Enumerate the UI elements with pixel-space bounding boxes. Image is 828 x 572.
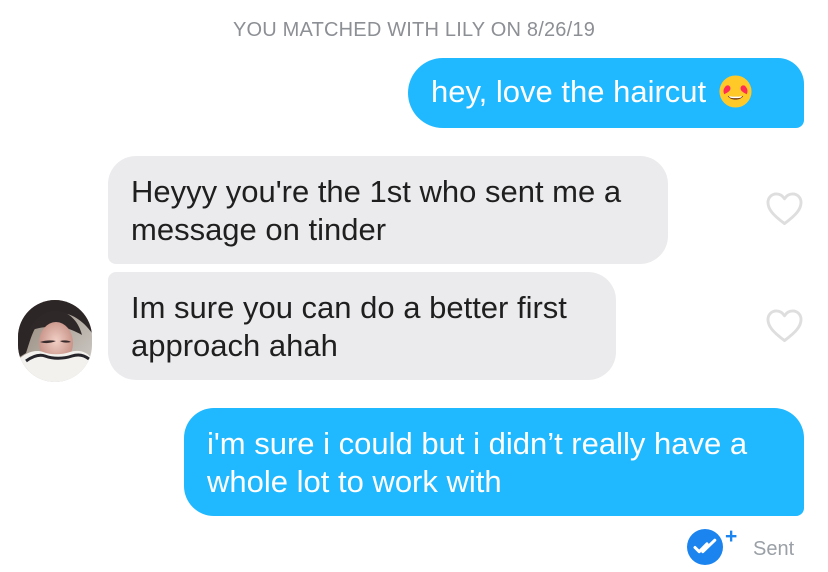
chat-screen: YOU MATCHED WITH LILY ON 8/26/19 hey, lo… xyxy=(0,0,828,572)
heart-outline-icon[interactable] xyxy=(765,308,804,343)
heart-outline-icon[interactable] xyxy=(765,191,804,226)
plus-icon: + xyxy=(725,525,738,548)
profile-avatar[interactable] xyxy=(18,300,92,382)
received-message-1[interactable]: Heyyy you're the 1st who sent me a messa… xyxy=(108,156,668,264)
avatar-photo xyxy=(18,300,92,382)
message-status: + Sent xyxy=(686,525,806,568)
received-message-2[interactable]: Im sure you can do a better first approa… xyxy=(108,272,616,380)
sent-message-1-text: hey, love the haircut xyxy=(431,74,707,109)
heart-eyes-emoji-icon xyxy=(719,75,752,108)
match-banner: YOU MATCHED WITH LILY ON 8/26/19 xyxy=(232,19,596,41)
sent-message-2[interactable]: i'm sure i could but i didn’t really hav… xyxy=(184,408,804,516)
double-check-icon xyxy=(687,529,723,565)
sent-status-label: Sent xyxy=(753,538,795,560)
sent-message-1[interactable]: hey, love the haircut xyxy=(408,58,804,128)
